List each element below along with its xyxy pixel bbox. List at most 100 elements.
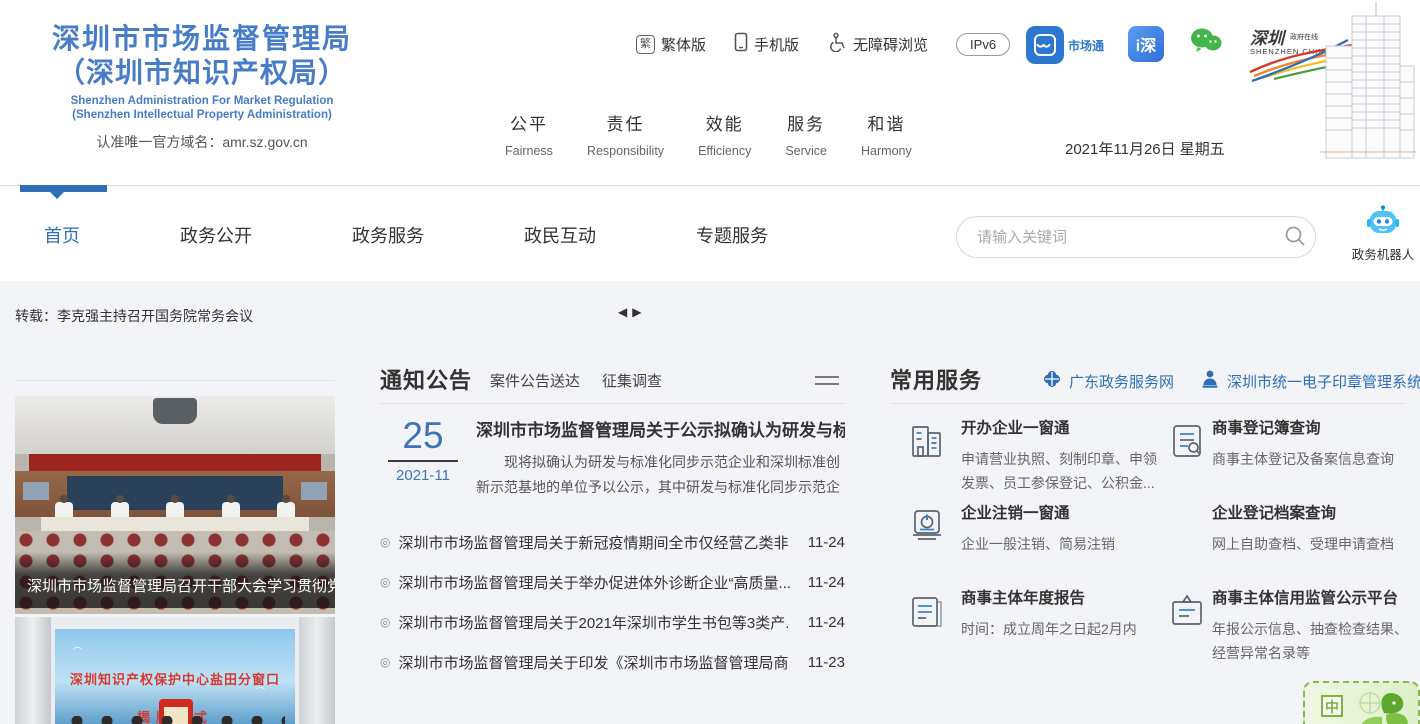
photo-carousel: 深圳市市场监督管理局召开干部大会学习贯彻党的十... ⌒ ⌒ 深圳知识产权保护中… (15, 396, 335, 724)
service-deregistration[interactable]: 企业注销一窗通 企业一般注销、简易注销 (905, 501, 1167, 556)
wechat-link[interactable] (1188, 26, 1224, 61)
services-external-links: 广东政务服务网 深圳市统一电子印章管理系统 (1042, 369, 1420, 393)
site-search (956, 216, 1316, 258)
zhong-glyph: 中 (1321, 695, 1343, 717)
report-icon (905, 589, 949, 638)
ticker-prev-icon[interactable]: ◀ (618, 305, 632, 319)
seal-icon (1200, 369, 1220, 393)
carousel-slide-unveiling[interactable]: ⌒ ⌒ 深圳知识产权保护中心盐田分窗口 揭牌仪式 (15, 617, 335, 724)
search-button[interactable] (1275, 217, 1315, 257)
search-input[interactable] (977, 229, 1275, 246)
service-archive-query[interactable]: 企业登记档案查询 网上自助查档、受理申请查档 (1165, 501, 1418, 556)
nav-items: 首页 政务公开 政务服务 政民互动 专题服务 (44, 222, 768, 248)
core-values: 公平 Fairness 责任 Responsibility 效能 Efficie… (505, 110, 946, 158)
shichangtong-app[interactable]: 市场通 (1026, 26, 1104, 64)
svg-text:深圳: 深圳 (1250, 29, 1287, 49)
service-open-business[interactable]: 开办企业一窗通 申请营业执照、刻制印章、申领发票、员工参保登记、公积金... (905, 416, 1167, 495)
gov-robot[interactable]: 政务机器人 (1345, 205, 1420, 263)
site-header: 深圳市市场监督管理局 （深圳市知识产权局） Shenzhen Administr… (0, 0, 1420, 185)
value-harmony: 和谐 Harmony (861, 110, 912, 158)
featured-body: 深圳市市场监督管理局关于公示拟确认为研发与标... 现将拟确认为研发与标准化同步… (476, 416, 845, 500)
ipv6-badge[interactable]: IPv6 (956, 33, 1010, 56)
carousel-top-divider (15, 380, 335, 381)
pinwheel-icon (1042, 369, 1062, 393)
services-section: 常用服务 广东政务服务网 (890, 363, 1405, 704)
notice-item-4[interactable]: ◎ 深圳市市场监督管理局关于印发《深圳市市场监督管理局商... 11-23 (380, 642, 845, 682)
building-icon (905, 419, 949, 468)
featured-notice[interactable]: 25 2021-11 深圳市市场监督管理局关于公示拟确认为研发与标... 现将拟… (380, 416, 845, 506)
document-search-icon (1165, 419, 1209, 468)
service-annual-report[interactable]: 商事主体年度报告 时间：成立周年之日起2月内 (905, 586, 1167, 641)
logo-title-zh-2: （深圳市知识产权局） (28, 56, 376, 90)
services-grid: 开办企业一窗通 申请营业执照、刻制印章、申领发票、员工参保登记、公积金... (890, 404, 1405, 704)
notice-item-1[interactable]: ◎ 深圳市市场监督管理局关于新冠疫情期间全市仅经营乙类非... 11-24 (380, 522, 845, 562)
notice-item-3[interactable]: ◎ 深圳市市场监督管理局关于2021年深圳市学生书包等3类产... 11-24 (380, 602, 845, 642)
utility-links: 繁 繁体版 手机版 无障碍浏览 IPv6 (636, 32, 1010, 56)
nav-item-home[interactable]: 首页 (44, 222, 80, 248)
nav-item-gov-disclosure[interactable]: 政务公开 (180, 222, 252, 248)
floating-green-widget[interactable]: 中 (1303, 681, 1420, 724)
app-shortcuts: 市场通 i深 深圳 政府在线 (1026, 26, 1360, 82)
notices-title: 通知公告 (380, 363, 472, 395)
nav-item-interaction[interactable]: 政民互动 (524, 222, 596, 248)
slide-side-screen-right (301, 482, 327, 500)
logo-title-en: Shenzhen Administration For Market Regul… (28, 94, 376, 108)
bullet-icon: ◎ (380, 655, 390, 669)
slide-pillar-right (299, 617, 335, 724)
traditional-chinese-link[interactable]: 繁 繁体版 (636, 34, 706, 55)
slide-sky-banner: ⌒ ⌒ 深圳知识产权保护中心盐田分窗口 揭牌仪式 (55, 629, 295, 724)
accessibility-link[interactable]: 无障碍浏览 (827, 32, 928, 56)
eseal-system-link[interactable]: 深圳市统一电子印章管理系统 (1200, 369, 1420, 393)
slide-speakers (55, 502, 295, 518)
services-header: 常用服务 广东政务服务网 (890, 363, 1405, 401)
ishenzhen-app-icon: i深 (1128, 26, 1164, 62)
mobile-icon (734, 32, 748, 56)
building-sketch (1314, 2, 1418, 167)
featured-month: 2021-11 (382, 467, 464, 484)
page: 深圳市市场监督管理局 （深圳市知识产权局） Shenzhen Administr… (0, 0, 1420, 724)
guangdong-gov-service-link[interactable]: 广东政务服务网 (1042, 369, 1174, 393)
value-service: 服务 Service (785, 110, 827, 158)
services-title: 常用服务 (890, 363, 982, 395)
current-date: 2021年11月26日 星期五 (1065, 138, 1225, 159)
slide-table (41, 517, 309, 531)
slide-people (65, 716, 285, 724)
site-logo[interactable]: 深圳市市场监督管理局 （深圳市知识产权局） Shenzhen Administr… (28, 22, 376, 152)
service-credit-platform[interactable]: 商事主体信用监管公示平台 年报公示信息、抽查检查结果、经营异常名录等 (1165, 586, 1418, 665)
value-fairness: 公平 Fairness (505, 110, 553, 158)
notices-section: 通知公告 案件公告送达 征集调查 25 2021-11 深圳市市场监督管理局关于… (380, 363, 845, 682)
featured-title: 深圳市市场监督管理局关于公示拟确认为研发与标... (476, 416, 845, 441)
notice-list: ◎ 深圳市市场监督管理局关于新冠疫情期间全市仅经营乙类非... 11-24 ◎ … (380, 522, 845, 682)
carousel-slide-meeting[interactable]: 深圳市市场监督管理局召开干部大会学习贯彻党的十... (15, 396, 335, 614)
notice-item-2[interactable]: ◎ 深圳市市场监督管理局关于举办促进体外诊断企业“高质量... 11-24 (380, 562, 845, 602)
notices-tabs: 案件公告送达 征集调查 (490, 370, 662, 391)
featured-day: 25 (382, 416, 464, 456)
search-icon (1283, 224, 1307, 251)
value-efficiency: 效能 Efficiency (698, 110, 751, 158)
bullet-icon: ◎ (380, 575, 390, 589)
shichangtong-app-icon (1026, 26, 1064, 64)
power-icon (905, 504, 949, 553)
nav-item-special-services[interactable]: 专题服务 (696, 222, 768, 248)
robot-icon (1365, 224, 1401, 241)
wechat-icon (1188, 26, 1224, 61)
news-ticker[interactable]: 转载：李克强主持召开国务院常务会议 (15, 306, 253, 326)
traditional-chinese-icon: 繁 (636, 35, 655, 54)
clover-leaves-icon (1354, 685, 1416, 724)
ticker-next-icon[interactable]: ▶ (632, 305, 646, 319)
tab-case-announcement[interactable]: 案件公告送达 (490, 370, 580, 391)
slide-projector (153, 398, 197, 424)
mobile-version-link[interactable]: 手机版 (734, 32, 799, 56)
service-registry-query[interactable]: 商事登记簿查询 商事主体登记及备案信息查询 (1165, 416, 1418, 471)
nav-item-gov-services[interactable]: 政务服务 (352, 222, 424, 248)
notices-rule (380, 403, 845, 404)
featured-date-divider (388, 460, 458, 462)
logo-title-zh: 深圳市市场监督管理局 (28, 22, 376, 56)
ishenzhen-app[interactable]: i深 (1128, 26, 1164, 62)
slide-side-screen-left (23, 482, 49, 500)
slide-pillar-left (15, 617, 51, 724)
tab-survey[interactable]: 征集调查 (602, 370, 662, 391)
ticker-arrows: ◀▶ (618, 305, 646, 319)
notices-more-icon[interactable] (815, 371, 839, 390)
notices-header: 通知公告 案件公告送达 征集调查 (380, 363, 845, 401)
